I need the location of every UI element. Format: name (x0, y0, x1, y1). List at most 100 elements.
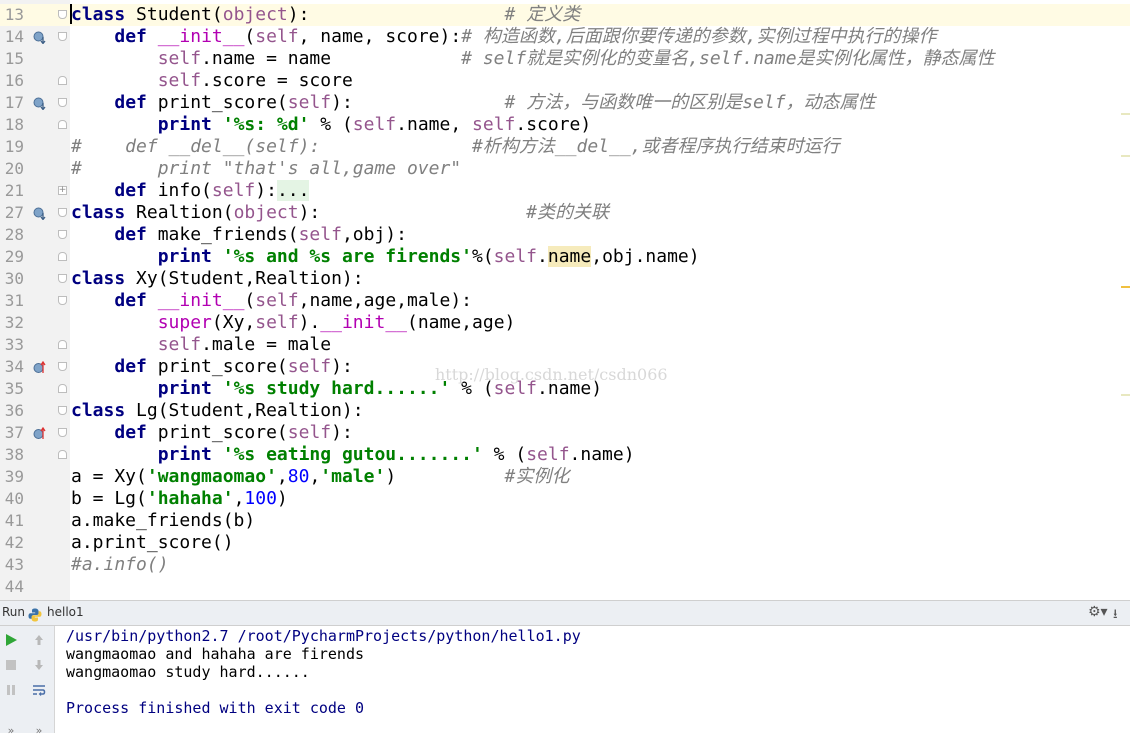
fold-marker-icon[interactable] (58, 208, 67, 217)
code-editor[interactable]: 13 class Student(object): # 定义类 14 def __i… (0, 0, 1130, 600)
console-output-line: wangmaomao study hard...... (66, 663, 310, 681)
code-token: self (157, 334, 202, 355)
code-line[interactable]: 13 class Student(object): # 定义类 (0, 4, 1130, 26)
scroll-marker[interactable] (1121, 394, 1130, 396)
code-text: def __init__(self,name,age,male): (71, 290, 472, 312)
code-line[interactable]: 41 a.make_friends(b) (0, 510, 1130, 532)
fold-marker-icon[interactable] (58, 340, 67, 349)
python-icon (28, 607, 42, 622)
fold-marker-icon[interactable] (58, 98, 67, 107)
code-token: ,name,age,male): (298, 290, 473, 311)
code-line[interactable]: 14 def __init__(self, name, score):# 构造函… (0, 26, 1130, 48)
overriding-method-icon[interactable] (33, 207, 46, 220)
code-line[interactable]: 15 self.name = name # self就是实例化的变量名,self… (0, 48, 1130, 70)
code-line[interactable]: 17 def print_score(self): # 方法，与函数唯一的区别是… (0, 92, 1130, 114)
fold-marker-icon[interactable] (58, 362, 67, 371)
run-config-tab[interactable]: hello1 (47, 605, 84, 619)
code-line[interactable]: 28 def make_friends(self,obj): (0, 224, 1130, 246)
code-line[interactable]: 43 #a.info() (0, 554, 1130, 576)
fold-marker-icon[interactable] (58, 252, 67, 261)
code-token: , (276, 466, 288, 487)
code-token: self (255, 26, 299, 47)
overriding-method-icon[interactable] (33, 97, 46, 110)
scroll-marker[interactable] (1121, 286, 1130, 288)
code-line[interactable]: 21 def info(self):... (0, 180, 1130, 202)
code-line[interactable]: 37 def print_score(self): (0, 422, 1130, 444)
stop-icon[interactable] (3, 657, 19, 673)
fold-marker-icon[interactable] (58, 384, 67, 393)
code-line[interactable]: 39 a = Xy('wangmaomao',80,'male') #实例化 (0, 466, 1130, 488)
arrow-up-icon[interactable] (31, 632, 47, 648)
code-line[interactable]: 32 super(Xy,self).__init__(name,age) (0, 312, 1130, 334)
code-token: ): (255, 180, 277, 201)
run-console[interactable]: /usr/bin/python2.7 /root/PycharmProjects… (55, 626, 1130, 733)
code-token: .name = name (201, 48, 332, 69)
code-token: #a.info() (71, 554, 169, 575)
implemented-method-icon[interactable] (33, 361, 46, 374)
code-token: ): (331, 92, 353, 113)
fold-marker-icon[interactable] (58, 32, 67, 41)
code-line[interactable]: 20 # print "that's all,game over" (0, 158, 1130, 180)
code-line[interactable]: 33 self.male = male (0, 334, 1130, 356)
code-token: 80 (287, 466, 310, 487)
code-line[interactable]: 36 class Lg(Student,Realtion): (0, 400, 1130, 422)
fold-marker-icon[interactable] (58, 274, 67, 283)
code-line[interactable]: 31 def __init__(self,name,age,male): (0, 290, 1130, 312)
code-token: self (157, 48, 202, 69)
line-number: 40 (4, 489, 24, 508)
fold-marker-icon[interactable] (58, 76, 67, 85)
fold-marker-icon[interactable] (58, 120, 67, 129)
hide-icon[interactable]: ⭳ (1113, 605, 1118, 627)
code-token: ,obj): (341, 224, 407, 245)
code-text: def print_score(self): (71, 422, 352, 444)
code-token: class (71, 4, 126, 25)
code-text: def make_friends(self,obj): (71, 224, 407, 246)
code-token: # 构造函数,后面跟你要传递的参数,实例过程中执行的操作 (461, 26, 937, 47)
fold-marker-icon[interactable] (58, 10, 67, 19)
code-token: 'male' (320, 466, 386, 487)
arrow-down-icon[interactable] (31, 657, 47, 673)
fold-marker-icon[interactable] (58, 296, 67, 305)
line-number: 37 (4, 423, 24, 442)
code-line[interactable]: 40 b = Lg('hahaha',100) (0, 488, 1130, 510)
expand-fold-icon[interactable] (58, 186, 67, 195)
fold-marker-icon[interactable] (58, 230, 67, 239)
gear-icon[interactable]: ⚙▾ (1088, 604, 1108, 620)
implemented-method-icon[interactable] (33, 427, 46, 440)
code-token: . (537, 246, 548, 267)
overriding-method-icon[interactable] (33, 31, 46, 44)
more-icon[interactable]: » (31, 722, 47, 738)
code-token: self (298, 224, 342, 245)
fold-marker-icon[interactable] (58, 428, 67, 437)
line-number: 21 (4, 181, 24, 200)
code-line[interactable]: 19 # def __del__(self): #析构方法__del__,或者程序… (0, 136, 1130, 158)
code-token: def (114, 422, 147, 443)
fold-marker-icon[interactable] (58, 450, 67, 459)
code-token: ): (287, 4, 310, 25)
fold-marker-icon[interactable] (58, 406, 67, 415)
scroll-marker[interactable] (1121, 155, 1130, 157)
scrollbar-markers[interactable] (1120, 0, 1130, 600)
run-icon[interactable] (3, 632, 19, 648)
code-line[interactable]: 44 (0, 576, 1130, 598)
code-token: ) (276, 488, 288, 509)
soft-wrap-icon[interactable] (31, 682, 47, 698)
code-line[interactable]: 29 print '%s and %s are firends'%(self.n… (0, 246, 1130, 268)
code-line[interactable]: 27 class Realtion(object): #类的关联 (0, 202, 1130, 224)
code-token: super (157, 312, 212, 333)
code-token: , (309, 466, 321, 487)
code-token: # 方法，与函数唯一的区别是self，动态属性 (352, 92, 876, 113)
more-icon[interactable]: » (3, 722, 19, 738)
scroll-marker[interactable] (1121, 113, 1130, 115)
code-line[interactable]: 42 a.print_score() (0, 532, 1130, 554)
code-line[interactable]: 16 self.score = score (0, 70, 1130, 92)
code-token: print (157, 444, 212, 465)
code-line[interactable]: 30 class Xy(Student,Realtion): (0, 268, 1130, 290)
code-token: .male = male (201, 334, 332, 355)
line-number: 39 (4, 467, 24, 486)
code-line[interactable]: 38 print '%s eating gutou.......' % (sel… (0, 444, 1130, 466)
code-token: print_score( (146, 356, 288, 377)
code-line[interactable]: 18 print '%s: %d' % (self.name, self.sco… (0, 114, 1130, 136)
pause-icon[interactable] (3, 682, 19, 698)
code-token: b = Lg( (71, 488, 147, 509)
